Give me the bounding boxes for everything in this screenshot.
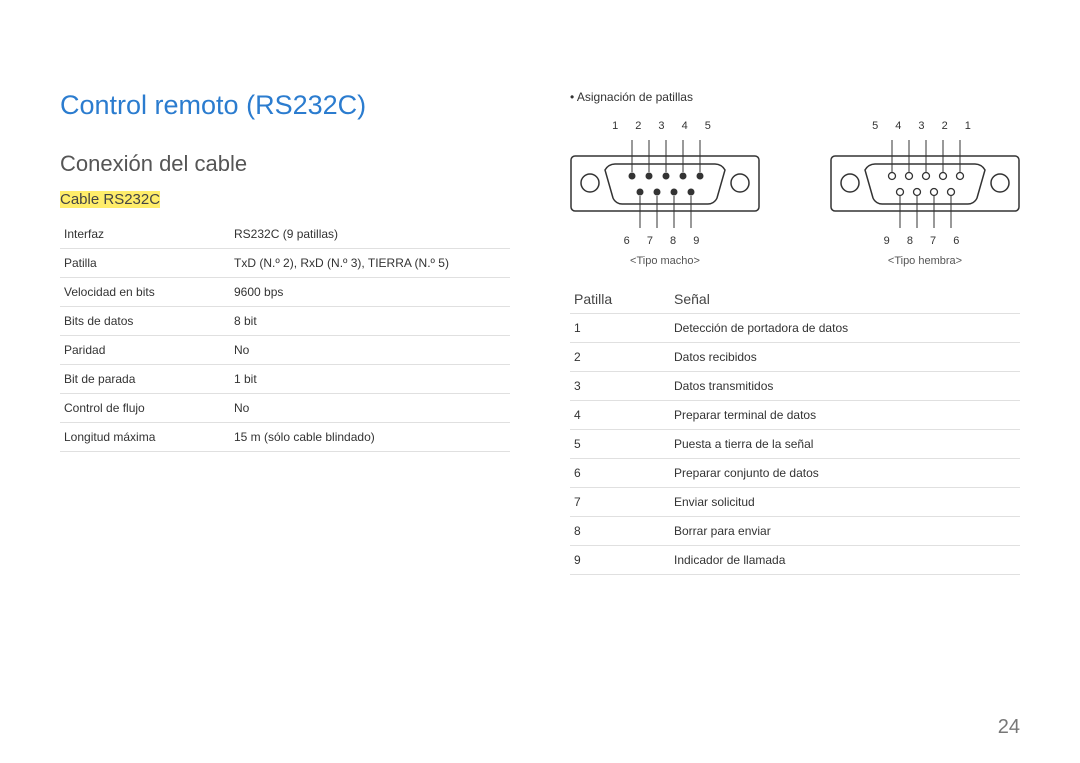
sub-heading: Cable RS232C [60, 191, 510, 208]
page-title: Control remoto (RS232C) [60, 90, 510, 121]
table-row: Bits de datos8 bit [60, 307, 510, 336]
connector-caption: <Tipo macho> [570, 255, 760, 267]
bullet-pin-assignment: Asignación de patillas [570, 90, 1020, 104]
section-heading: Conexión del cable [60, 151, 510, 177]
table-row: Longitud máxima15 m (sólo cable blindado… [60, 423, 510, 452]
table-row: 7Enviar solicitud [570, 488, 1020, 517]
table-row: 1Detección de portadora de datos [570, 314, 1020, 343]
table-row: 6Preparar conjunto de datos [570, 459, 1020, 488]
table-row: 2Datos recibidos [570, 343, 1020, 372]
table-row: 8Borrar para enviar [570, 517, 1020, 546]
pin-numbers-bottom: 9 8 7 6 [830, 235, 1020, 247]
spec-table: InterfazRS232C (9 patillas) PatillaTxD (… [60, 220, 510, 452]
pin-numbers-top: 1 2 3 4 5 [570, 120, 760, 132]
col-signal: Señal [670, 285, 1020, 314]
table-row: Control de flujoNo [60, 394, 510, 423]
col-pin: Patilla [570, 285, 670, 314]
pin-numbers-bottom: 6 7 8 9 [570, 235, 760, 247]
connector-female: 5 4 3 2 1 9 8 7 6 <Tipo hembra> [830, 120, 1020, 267]
pin-numbers-top: 5 4 3 2 1 [830, 120, 1020, 132]
table-row: ParidadNo [60, 336, 510, 365]
connector-male: 1 2 3 4 5 6 7 8 9 <Tipo macho> [570, 120, 760, 267]
table-row: Velocidad en bits9600 bps [60, 278, 510, 307]
table-row: PatillaTxD (N.º 2), RxD (N.º 3), TIERRA … [60, 249, 510, 278]
table-row: 9Indicador de llamada [570, 546, 1020, 575]
table-row: 5Puesta a tierra de la señal [570, 430, 1020, 459]
table-row: InterfazRS232C (9 patillas) [60, 220, 510, 249]
table-row: Bit de parada1 bit [60, 365, 510, 394]
signals-table: Patilla Señal 1Detección de portadora de… [570, 285, 1020, 575]
table-row: 3Datos transmitidos [570, 372, 1020, 401]
page-number: 24 [998, 716, 1020, 739]
db9-male-icon [570, 136, 760, 231]
db9-female-icon [830, 136, 1020, 231]
table-row: 4Preparar terminal de datos [570, 401, 1020, 430]
connector-caption: <Tipo hembra> [830, 255, 1020, 267]
